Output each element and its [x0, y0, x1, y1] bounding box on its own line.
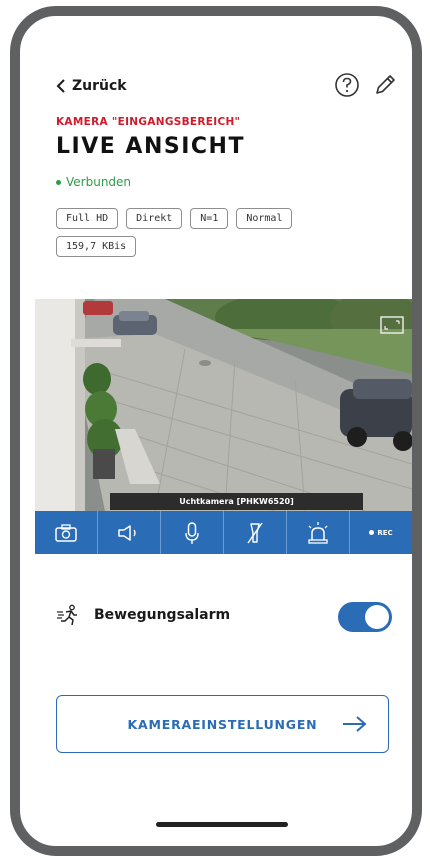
home-indicator[interactable]	[156, 822, 288, 827]
back-button[interactable]: Zurück	[56, 78, 127, 94]
motion-alarm-row: Bewegungsalarm	[56, 604, 230, 626]
camera-icon	[55, 523, 77, 542]
stream-info-chips: Full HD Direkt N=1 Normal 159,7 KBis	[56, 208, 346, 257]
chip-viewers: N=1	[190, 208, 229, 229]
speaker-button[interactable]	[98, 511, 161, 554]
phone-frame: Zurück KAMERA "EINGANGSBEREICH" LIVE ANS…	[10, 6, 422, 856]
pencil-icon[interactable]	[372, 72, 398, 98]
chip-connection: Direkt	[126, 208, 183, 229]
back-label: Zurück	[72, 78, 127, 94]
speaker-icon	[118, 524, 136, 541]
siren-icon	[308, 521, 328, 544]
motion-alarm-toggle[interactable]	[338, 602, 392, 632]
chevron-left-icon	[56, 79, 65, 93]
arrow-right-icon	[343, 716, 367, 732]
record-button[interactable]: REC	[350, 511, 412, 554]
chip-resolution: Full HD	[56, 208, 119, 229]
camera-settings-button[interactable]: KAMERAEINSTELLUNGEN	[56, 695, 389, 753]
motion-running-icon	[57, 604, 77, 626]
help-icon[interactable]	[334, 72, 360, 98]
chip-bitrate: 159,7 KBis	[56, 236, 137, 257]
camera-name-subtitle: KAMERA "EINGANGSBEREICH"	[56, 116, 241, 128]
record-icon: REC	[369, 528, 393, 537]
light-off-icon	[247, 522, 263, 543]
microphone-icon	[185, 521, 199, 544]
camera-settings-label: KAMERAEINSTELLUNGEN	[127, 716, 318, 732]
connection-status: Verbunden	[56, 175, 131, 189]
snapshot-button[interactable]	[35, 511, 98, 554]
chip-quality: Normal	[236, 208, 293, 229]
record-label: REC	[377, 528, 393, 537]
motion-alarm-label: Bewegungsalarm	[94, 607, 231, 623]
record-dot	[369, 530, 375, 535]
camera-toolbar: REC	[35, 511, 412, 554]
status-dot	[56, 179, 61, 185]
microphone-button[interactable]	[161, 511, 224, 554]
app-screen: Zurück KAMERA "EINGANGSBEREICH" LIVE ANS…	[20, 16, 412, 846]
live-video-feed[interactable]	[35, 299, 412, 511]
toggle-knob	[365, 605, 389, 629]
camera-overlay-label: Uchtkamera [PHKW6520]	[110, 493, 363, 510]
status-text: Verbunden	[66, 175, 132, 189]
light-off-button[interactable]	[224, 511, 287, 554]
page-title: LIVE ANSICHT	[56, 134, 245, 159]
siren-button[interactable]	[287, 511, 350, 554]
